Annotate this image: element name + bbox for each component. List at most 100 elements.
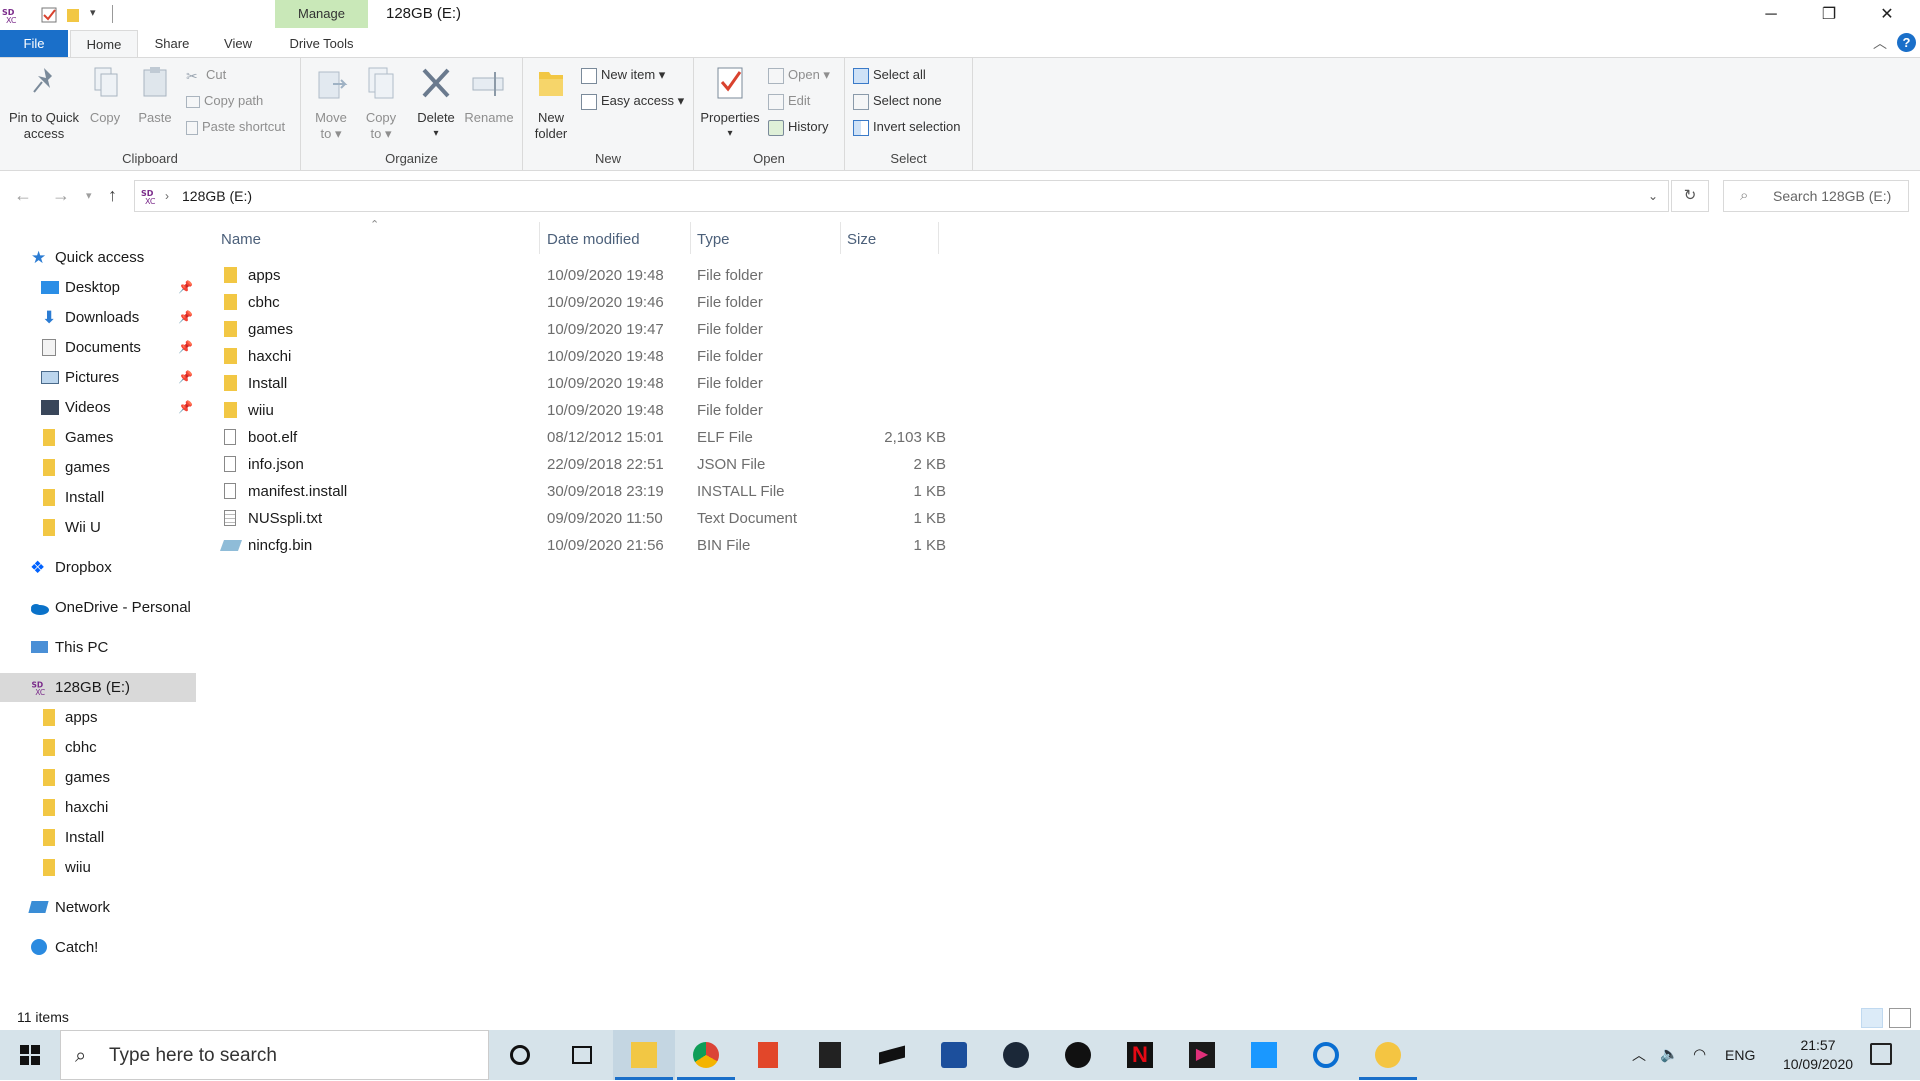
notifications-icon[interactable] — [1870, 1043, 1892, 1065]
details-view-icon[interactable] — [1861, 1008, 1883, 1028]
pin-to-quick-access-button[interactable]: Pin to Quick access — [4, 62, 84, 142]
tab-share[interactable]: Share — [142, 30, 202, 57]
column-divider[interactable] — [840, 222, 841, 254]
input-language[interactable]: ENG — [1725, 1030, 1755, 1080]
taskbar-uplay[interactable] — [1295, 1030, 1357, 1080]
nav-this-pc[interactable]: This PC — [0, 633, 196, 662]
nav-drive-e[interactable]: SD XC 128GB (E:) — [0, 673, 196, 702]
large-icons-view-icon[interactable] — [1889, 1008, 1911, 1028]
select-none-button[interactable]: Select none — [853, 90, 942, 114]
rename-button[interactable]: Rename — [463, 62, 515, 126]
nav-drive-cbhc[interactable]: cbhc — [0, 733, 196, 762]
file-row[interactable]: info.json 22/09/2018 22:51 JSON File 2 K… — [216, 451, 1216, 478]
file-row[interactable]: nincfg.bin 10/09/2020 21:56 BIN File 1 K… — [216, 532, 1216, 559]
start-button[interactable] — [0, 1030, 60, 1080]
nav-catch[interactable]: Catch! — [0, 933, 196, 962]
new-folder-quick-icon[interactable] — [65, 6, 83, 24]
nav-dropbox[interactable]: ❖ Dropbox — [0, 553, 196, 582]
copy-button[interactable]: Copy — [84, 62, 126, 126]
help-icon[interactable]: ? — [1897, 33, 1916, 52]
minimize-button[interactable]: ─ — [1742, 0, 1800, 30]
taskbar-app-sun[interactable] — [1357, 1030, 1419, 1080]
file-row[interactable]: games 10/09/2020 19:47 File folder — [216, 316, 1216, 343]
easy-access-button[interactable]: Easy access ▾ — [581, 90, 684, 114]
open-button[interactable]: Open ▾ — [768, 64, 830, 88]
file-row[interactable]: NUSspli.txt 09/09/2020 11:50 Text Docume… — [216, 505, 1216, 532]
nav-pictures[interactable]: Pictures 📌 — [0, 363, 196, 392]
close-button[interactable]: ✕ — [1858, 0, 1916, 30]
taskbar-app-blue[interactable] — [923, 1030, 985, 1080]
paste-shortcut-button[interactable]: Paste shortcut — [186, 116, 285, 140]
column-date-modified[interactable]: Date modified — [547, 228, 640, 252]
column-divider[interactable] — [690, 222, 691, 254]
taskbar-steam[interactable] — [985, 1030, 1047, 1080]
refresh-button[interactable]: ↻ — [1671, 180, 1709, 212]
cut-button[interactable]: ✂ Cut — [186, 64, 226, 88]
taskbar-xbox[interactable] — [1047, 1030, 1109, 1080]
file-row[interactable]: haxchi 10/09/2020 19:48 File folder — [216, 343, 1216, 370]
taskbar-file-explorer[interactable] — [613, 1030, 675, 1080]
nav-drive-apps[interactable]: apps — [0, 703, 196, 732]
file-row[interactable]: wiiu 10/09/2020 19:48 File folder — [216, 397, 1216, 424]
properties-quick-icon[interactable] — [40, 6, 58, 24]
tab-view[interactable]: View — [208, 30, 268, 57]
invert-selection-button[interactable]: Invert selection — [853, 116, 960, 140]
taskbar-store[interactable] — [799, 1030, 861, 1080]
new-item-button[interactable]: New item ▾ — [581, 64, 665, 88]
copy-to-button[interactable]: Copy to ▾ — [359, 62, 403, 142]
nav-wii-u[interactable]: Wii U — [0, 513, 196, 542]
column-type[interactable]: Type — [697, 228, 730, 252]
breadcrumb-drive[interactable]: 128GB (E:) — [182, 181, 252, 211]
delete-button[interactable]: Delete ▾ — [413, 62, 459, 142]
nav-drive-haxchi[interactable]: haxchi — [0, 793, 196, 822]
cortana-button[interactable] — [489, 1030, 551, 1080]
customize-toolbar-icon[interactable]: ▾ — [90, 6, 96, 19]
taskbar-prime-video[interactable] — [1233, 1030, 1295, 1080]
breadcrumb-chevron-icon[interactable]: › — [165, 181, 169, 211]
back-arrow-icon[interactable]: ← — [14, 185, 32, 206]
taskbar-search-input[interactable]: ⌕ Type here to search — [60, 1030, 489, 1080]
delete-dropdown-icon[interactable]: ▾ — [413, 126, 459, 142]
restore-button[interactable]: ❐ — [1800, 0, 1858, 30]
nav-videos[interactable]: Videos 📌 — [0, 393, 196, 422]
search-input[interactable]: ⌕ Search 128GB (E:) — [1723, 180, 1909, 212]
column-name[interactable]: Name — [221, 228, 261, 252]
tab-file[interactable]: File — [0, 30, 68, 57]
column-size[interactable]: Size — [847, 228, 876, 252]
nav-games-quick[interactable]: Games — [0, 423, 196, 452]
recent-locations-chevron-icon[interactable]: ▾ — [86, 189, 92, 202]
volume-icon[interactable]: 🔈 — [1660, 1045, 1679, 1063]
file-row[interactable]: cbhc 10/09/2020 19:46 File folder — [216, 289, 1216, 316]
forward-arrow-icon[interactable]: → — [52, 185, 70, 206]
tab-manage[interactable]: Manage — [275, 0, 368, 28]
taskbar-chrome[interactable] — [675, 1030, 737, 1080]
file-row[interactable]: manifest.install 30/09/2018 23:19 INSTAL… — [216, 478, 1216, 505]
column-divider[interactable] — [938, 222, 939, 254]
nav-onedrive[interactable]: OneDrive - Personal — [0, 593, 196, 622]
tab-drive-tools[interactable]: Drive Tools — [275, 30, 368, 57]
nav-install-quick[interactable]: Install — [0, 483, 196, 512]
nav-games-lower[interactable]: games — [0, 453, 196, 482]
column-divider[interactable] — [539, 222, 540, 254]
nav-drive-wiiu[interactable]: wiiu — [0, 853, 196, 882]
nav-quick-access[interactable]: ★ Quick access — [0, 243, 196, 272]
nav-drive-install[interactable]: Install — [0, 823, 196, 852]
clock[interactable]: 21:57 10/09/2020 — [1776, 1036, 1860, 1074]
wifi-icon[interactable]: ◠ — [1693, 1045, 1706, 1063]
move-to-button[interactable]: Move to ▾ — [309, 62, 353, 142]
task-view-button[interactable] — [551, 1030, 613, 1080]
edit-button[interactable]: Edit — [768, 90, 810, 114]
address-bar[interactable]: SD XC › 128GB (E:) ⌄ — [134, 180, 1669, 212]
nav-network[interactable]: Network — [0, 893, 196, 922]
show-hidden-icons-chevron-icon[interactable]: ︿ — [1632, 1045, 1646, 1065]
up-arrow-icon[interactable]: ↑ — [108, 185, 117, 206]
properties-dropdown-icon[interactable]: ▾ — [698, 126, 762, 142]
history-button[interactable]: History — [768, 116, 828, 140]
collapse-ribbon-icon[interactable]: ︿ — [1873, 33, 1887, 53]
select-all-button[interactable]: Select all — [853, 64, 926, 88]
file-row[interactable]: apps 10/09/2020 19:48 File folder — [216, 262, 1216, 289]
nav-drive-games[interactable]: games — [0, 763, 196, 792]
nav-desktop[interactable]: Desktop 📌 — [0, 273, 196, 302]
taskbar-app-laptop[interactable] — [861, 1030, 923, 1080]
copy-path-button[interactable]: Copy path — [186, 90, 263, 114]
